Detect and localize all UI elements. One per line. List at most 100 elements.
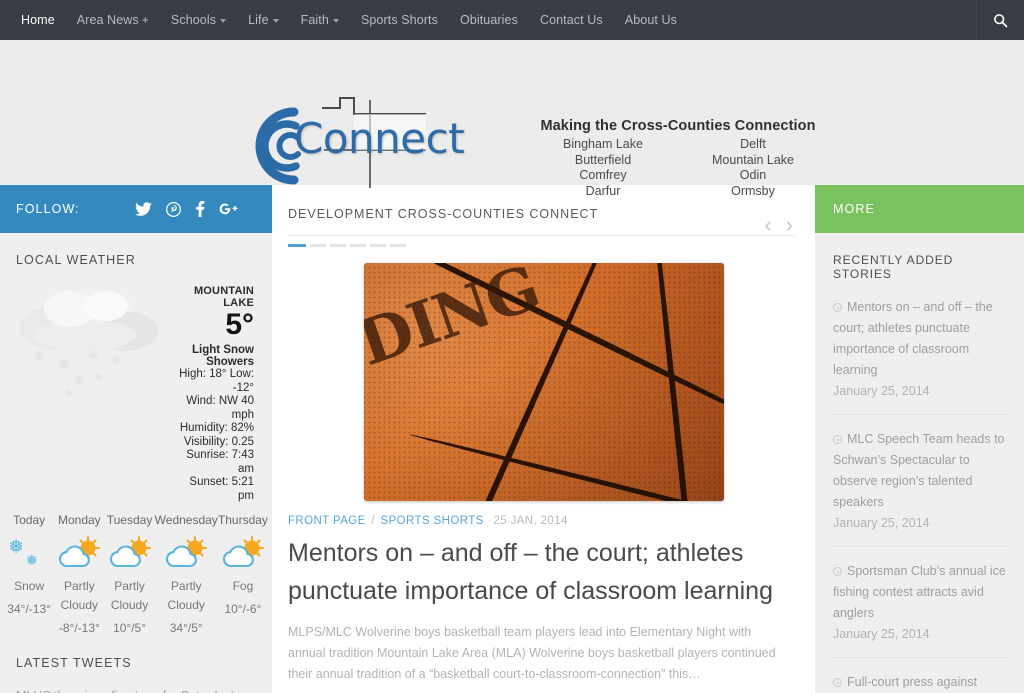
nav-item-label: Home <box>21 13 55 27</box>
forecast-day: Monday Partly Cloudy -8°/-13° <box>54 513 104 638</box>
forecast-day-name: Today <box>13 513 46 527</box>
story-link[interactable]: Sportsman Club’s annual ice fishing cont… <box>833 561 1008 624</box>
tagline-title: Making the Cross-Counties Connection <box>540 118 816 134</box>
chevron-down-icon <box>332 18 339 23</box>
story-item: Full-court press against cancerJanuary 2… <box>833 658 1008 693</box>
category-separator: / <box>371 515 375 527</box>
forecast-day: Today ❅ ❅ Snow 34°/-13° <box>4 513 54 638</box>
search-icon[interactable] <box>976 0 1024 40</box>
right-sidebar: MORE RECENTLY ADDED STORIES Mentors on –… <box>815 185 1024 693</box>
latest-tweets-title: LATEST TWEETS <box>16 656 132 670</box>
nav-item-label: Faith <box>300 13 329 27</box>
svg-text:❅: ❅ <box>74 374 85 389</box>
carousel-dot[interactable] <box>350 244 366 247</box>
local-weather-title: LOCAL WEATHER <box>16 253 136 267</box>
town-name: Odin <box>739 168 767 182</box>
main-content: DEVELOPMENT CROSS-COUNTIES CONNECT ‹ › D… <box>272 185 815 693</box>
masthead: Connect Making the Cross-Counties Connec… <box>0 40 1024 198</box>
nav-item-label: Contact Us <box>539 13 603 27</box>
forecast-temps: 34°/-13° <box>7 602 51 616</box>
weather-detail-line: Humidity: 82% <box>179 422 254 434</box>
story-link[interactable]: Mentors on – and off – the court; athlet… <box>833 297 1008 381</box>
story-date: January 25, 2014 <box>833 627 930 641</box>
partly-cloudy-icon <box>104 533 154 573</box>
town-name: Delft <box>740 137 766 151</box>
basketball-photo[interactable]: DING <box>363 263 724 501</box>
forecast-temps: 34°/5° <box>169 621 203 635</box>
town-name: Comfrey <box>579 168 627 182</box>
twitter-icon[interactable] <box>135 201 152 217</box>
carousel-prev-icon[interactable]: ‹ <box>764 214 771 236</box>
story-link[interactable]: Full-court press against cancer <box>833 672 1008 693</box>
more-bar: MORE <box>815 185 1024 233</box>
nav-item-area-news[interactable]: Area News + <box>66 0 160 40</box>
article-category-secondary[interactable]: SPORTS SHORTS <box>381 515 484 527</box>
nav-item-faith[interactable]: Faith <box>290 0 350 40</box>
forecast-condition: Snow <box>14 579 45 593</box>
carousel-dot[interactable] <box>370 244 386 247</box>
article-title[interactable]: Mentors on – and off – the court; athlet… <box>272 527 815 610</box>
forecast-day-name: Monday <box>57 513 101 527</box>
article-excerpt: MLPS/MLC Wolverine boys basketball team … <box>288 625 776 681</box>
nav-item-sports-shorts[interactable]: Sports Shorts <box>350 0 449 40</box>
top-navigation-bar: Home Area News + Schools Life Faith Sports Sho… <box>0 0 1024 40</box>
svg-text:❅: ❅ <box>88 348 98 362</box>
story-date: January 25, 2014 <box>833 516 930 530</box>
section-title: DEVELOPMENT CROSS-COUNTIES CONNECT <box>288 207 599 221</box>
nav-item-about-us[interactable]: About Us <box>614 0 688 40</box>
chevron-down-icon <box>272 18 279 23</box>
forecast-condition: Fog <box>232 579 254 593</box>
facebook-icon[interactable] <box>195 201 205 217</box>
pinterest-icon[interactable] <box>166 201 181 217</box>
tweet-item: MLHS thespians fine tune for Saturday’s … <box>16 686 256 693</box>
carousel-dot[interactable] <box>288 244 306 247</box>
story-link[interactable]: MLC Speech Team heads to Schwan’s Specta… <box>833 429 1008 513</box>
svg-text:❅: ❅ <box>64 387 73 400</box>
tweet-text: MLHS thespians fine tune for Saturday’s … <box>16 689 240 693</box>
weather-detail-line: Sunrise: 7:43 am <box>186 449 254 475</box>
forecast-temps: -8°/-13° <box>58 621 100 635</box>
section-header: DEVELOPMENT CROSS-COUNTIES CONNECT ‹ › <box>272 185 815 247</box>
forecast-condition: Partly Cloudy <box>60 579 98 612</box>
forecast-temps: 10°/-6° <box>224 602 262 616</box>
article-category-primary[interactable]: FRONT PAGE <box>288 515 366 527</box>
forecast-temps: 10°/5° <box>113 621 147 635</box>
nav-item-contact-us[interactable]: Contact Us <box>529 0 614 40</box>
forecast-day: Tuesday Partly Cloudy 10°/5° <box>104 513 154 638</box>
forecast-condition: Partly Cloudy <box>167 579 205 612</box>
weather-condition: Light Snow Showers <box>192 344 254 368</box>
partly-cloudy-icon <box>155 533 218 573</box>
nav-menu: Home Area News + Schools Life Faith Sports Sho… <box>0 0 688 40</box>
svg-text:❅: ❅ <box>8 536 24 558</box>
page-body: FOLLOW: LOCAL WEATHER ❅ ❅ ❅ ❅ ❅ ❅ ❅ MOUN… <box>0 185 1024 693</box>
logo-wordmark: Connect <box>294 114 465 163</box>
weather-detail-line: Wind: NW 40 mph <box>186 395 254 421</box>
weather-detail-line: High: 18° Low: -12° <box>179 368 254 394</box>
social-links <box>135 201 238 217</box>
svg-text:❅: ❅ <box>26 553 38 569</box>
nav-item-label: Area News <box>76 13 139 27</box>
partly-cloudy-icon <box>54 533 104 573</box>
weather-details: High: 18° Low: -12° Wind: NW 40 mph Humidi… <box>171 368 254 503</box>
googleplus-icon[interactable] <box>219 202 238 217</box>
carousel-next-icon[interactable]: › <box>786 214 793 236</box>
site-logo[interactable]: Connect <box>222 92 465 197</box>
nav-item-obituaries[interactable]: Obituaries <box>449 0 529 40</box>
nav-item-life[interactable]: Life <box>237 0 290 40</box>
story-item: MLC Speech Team heads to Schwan’s Specta… <box>833 415 1008 547</box>
chevron-down-icon <box>220 18 227 23</box>
carousel-dot[interactable] <box>390 244 406 247</box>
nav-item-home[interactable]: Home <box>10 0 66 40</box>
clock-icon <box>833 678 842 687</box>
carousel-pagination <box>288 236 795 247</box>
carousel-dot[interactable] <box>310 244 326 247</box>
story-date: January 25, 2014 <box>833 384 930 398</box>
story-title: Mentors on – and off – the court; athlet… <box>833 300 993 377</box>
forecast-day-name: Thursday <box>217 513 268 527</box>
carousel-dot[interactable] <box>330 244 346 247</box>
clock-icon <box>833 567 842 576</box>
story-item: Mentors on – and off – the court; athlet… <box>833 281 1008 415</box>
forecast-day-name: Wednesday <box>154 513 218 527</box>
left-sidebar: FOLLOW: LOCAL WEATHER ❅ ❅ ❅ ❅ ❅ ❅ ❅ MOUN… <box>0 185 272 693</box>
nav-item-schools[interactable]: Schools <box>160 0 237 40</box>
